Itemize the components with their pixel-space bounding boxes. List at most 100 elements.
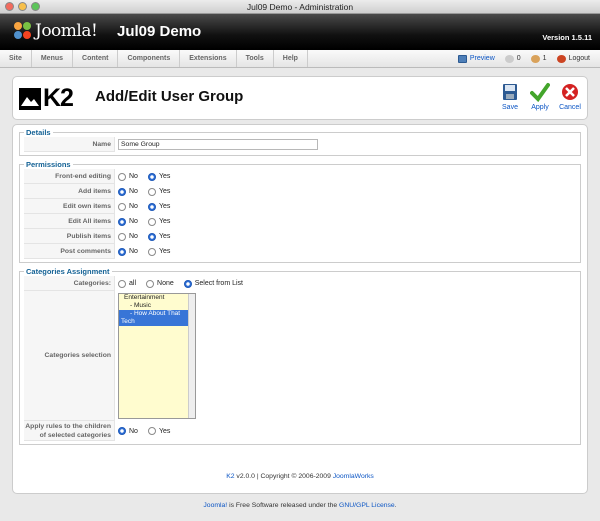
cancel-button[interactable]: Cancel [557, 82, 583, 111]
messages-count[interactable]: 0 [504, 50, 521, 68]
cancel-icon [562, 84, 578, 100]
perm-row-frontend-editing: Front-end editing No Yes [24, 169, 576, 184]
radio-yes [147, 427, 156, 435]
categories-all-option[interactable]: all [118, 279, 136, 288]
perm-row-publish-items: Publish items No Yes [24, 229, 576, 244]
radio-no [118, 172, 126, 181]
save-icon [503, 84, 517, 100]
radio-select [183, 279, 192, 288]
page-toolbar: K2 Add/Edit User Group Save Apply Cancel [12, 76, 588, 120]
categories-listbox[interactable]: Entertainment - Music - How About That T… [118, 293, 196, 419]
category-option[interactable]: - How About That [119, 310, 195, 318]
publish-items-no[interactable]: No [118, 232, 138, 241]
window-title: Jul09 Demo - Administration [246, 2, 354, 12]
menu-menus[interactable]: Menus [32, 50, 74, 67]
perm-row-post-comments: Post comments No Yes [24, 244, 576, 259]
radio-yes [147, 247, 156, 256]
k2-logo: K2 [19, 84, 74, 113]
window-titlebar: Jul09 Demo - Administration [0, 0, 600, 14]
minimize-window-button[interactable] [18, 2, 27, 11]
main-menu: Site Menus Content Components Extensions… [0, 50, 600, 68]
details-legend: Details [26, 128, 51, 137]
edit-all-items-yes[interactable]: Yes [147, 217, 170, 226]
page-title: Add/Edit User Group [95, 88, 244, 105]
radio-yes [147, 217, 156, 226]
main-content: Details Name Some Group Permissions Fron… [12, 124, 588, 494]
name-label: Name [24, 137, 115, 152]
radio-all [118, 279, 126, 288]
radio-no [118, 187, 126, 196]
radio-yes [147, 202, 156, 211]
radio-none [146, 279, 155, 288]
permissions-fieldset: Permissions Front-end editing No Yes Add… [19, 160, 581, 263]
status-bar: Preview 0 1 Logout [457, 50, 590, 68]
radio-no [118, 427, 126, 435]
name-field[interactable]: Some Group [118, 139, 318, 150]
k2-footer: K2 v2.0.0 | Copyright © 2006-2009 Joomla… [226, 473, 374, 480]
details-fieldset: Details Name Some Group [19, 128, 581, 156]
listbox-scrollbar[interactable] [188, 294, 195, 418]
menu-tools[interactable]: Tools [237, 50, 274, 67]
version-label: Version 1.5.11 [542, 33, 592, 42]
menu-help[interactable]: Help [274, 50, 308, 67]
checkmark-icon [530, 83, 550, 102]
perm-row-add-items: Add items No Yes [24, 184, 576, 199]
permissions-legend: Permissions [26, 160, 71, 169]
joomla-link[interactable]: Joomla! [203, 502, 227, 509]
joomla-logo-icon [14, 22, 32, 40]
logout-icon [556, 55, 566, 63]
joomla-logo-text: Joomla! [35, 21, 98, 41]
menu-components[interactable]: Components [118, 50, 181, 67]
joomlaworks-link[interactable]: JoomlaWorks [333, 473, 374, 480]
license-link[interactable]: GNU/GPL License [339, 502, 395, 509]
site-name: Jul09 Demo [117, 23, 202, 40]
menu-site[interactable]: Site [0, 50, 32, 67]
close-window-button[interactable] [5, 2, 14, 11]
radio-no [118, 247, 126, 256]
zoom-window-button[interactable] [31, 2, 40, 11]
post-comments-no[interactable]: No [118, 247, 138, 256]
preview-link[interactable]: Preview [457, 50, 495, 68]
menu-extensions[interactable]: Extensions [180, 50, 237, 67]
edit-all-items-no[interactable]: No [118, 217, 138, 226]
perm-row-edit-all-items: Edit All items No Yes [24, 214, 576, 229]
categories-fieldset: Categories Assignment Categories: all No… [19, 267, 581, 445]
radio-no [118, 217, 126, 226]
categories-select-option[interactable]: Select from List [183, 279, 243, 288]
radio-no [118, 202, 126, 211]
apply-children-no[interactable]: No [118, 427, 138, 435]
publish-items-yes[interactable]: Yes [147, 232, 170, 241]
radio-yes [147, 232, 156, 241]
radio-yes [147, 187, 156, 196]
page-footer: Joomla! is Free Software released under … [203, 502, 397, 509]
users-online[interactable]: 1 [530, 50, 547, 68]
apply-children-label: Apply rules to the children of selected … [24, 421, 115, 441]
radio-no [118, 232, 126, 241]
frontend-editing-yes[interactable]: Yes [147, 172, 170, 181]
menu-content[interactable]: Content [73, 50, 119, 67]
post-comments-yes[interactable]: Yes [147, 247, 170, 256]
category-option[interactable]: Tech [119, 318, 195, 326]
category-option[interactable]: - Music [119, 302, 195, 310]
edit-own-items-no[interactable]: No [118, 202, 138, 211]
users-icon [530, 55, 540, 63]
category-option[interactable]: Entertainment [119, 294, 195, 302]
messages-icon [504, 55, 514, 63]
preview-icon [457, 55, 467, 63]
apply-children-yes[interactable]: Yes [147, 427, 170, 435]
apply-button[interactable]: Apply [527, 82, 553, 111]
add-items-yes[interactable]: Yes [147, 187, 170, 196]
add-items-no[interactable]: No [118, 187, 138, 196]
frontend-editing-no[interactable]: No [118, 172, 138, 181]
categories-none-option[interactable]: None [146, 279, 174, 288]
k2-link[interactable]: K2 [226, 473, 234, 480]
edit-own-items-yes[interactable]: Yes [147, 202, 170, 211]
categories-selection-label: Categories selection [24, 291, 115, 421]
window-controls [5, 2, 40, 11]
admin-header: Joomla! Jul09 Demo Version 1.5.11 [0, 14, 600, 50]
logout-link[interactable]: Logout [556, 50, 590, 68]
perm-row-edit-own-items: Edit own items No Yes [24, 199, 576, 214]
categories-label: Categories: [24, 276, 115, 291]
k2-logo-icon [19, 87, 41, 110]
save-button[interactable]: Save [497, 82, 523, 111]
